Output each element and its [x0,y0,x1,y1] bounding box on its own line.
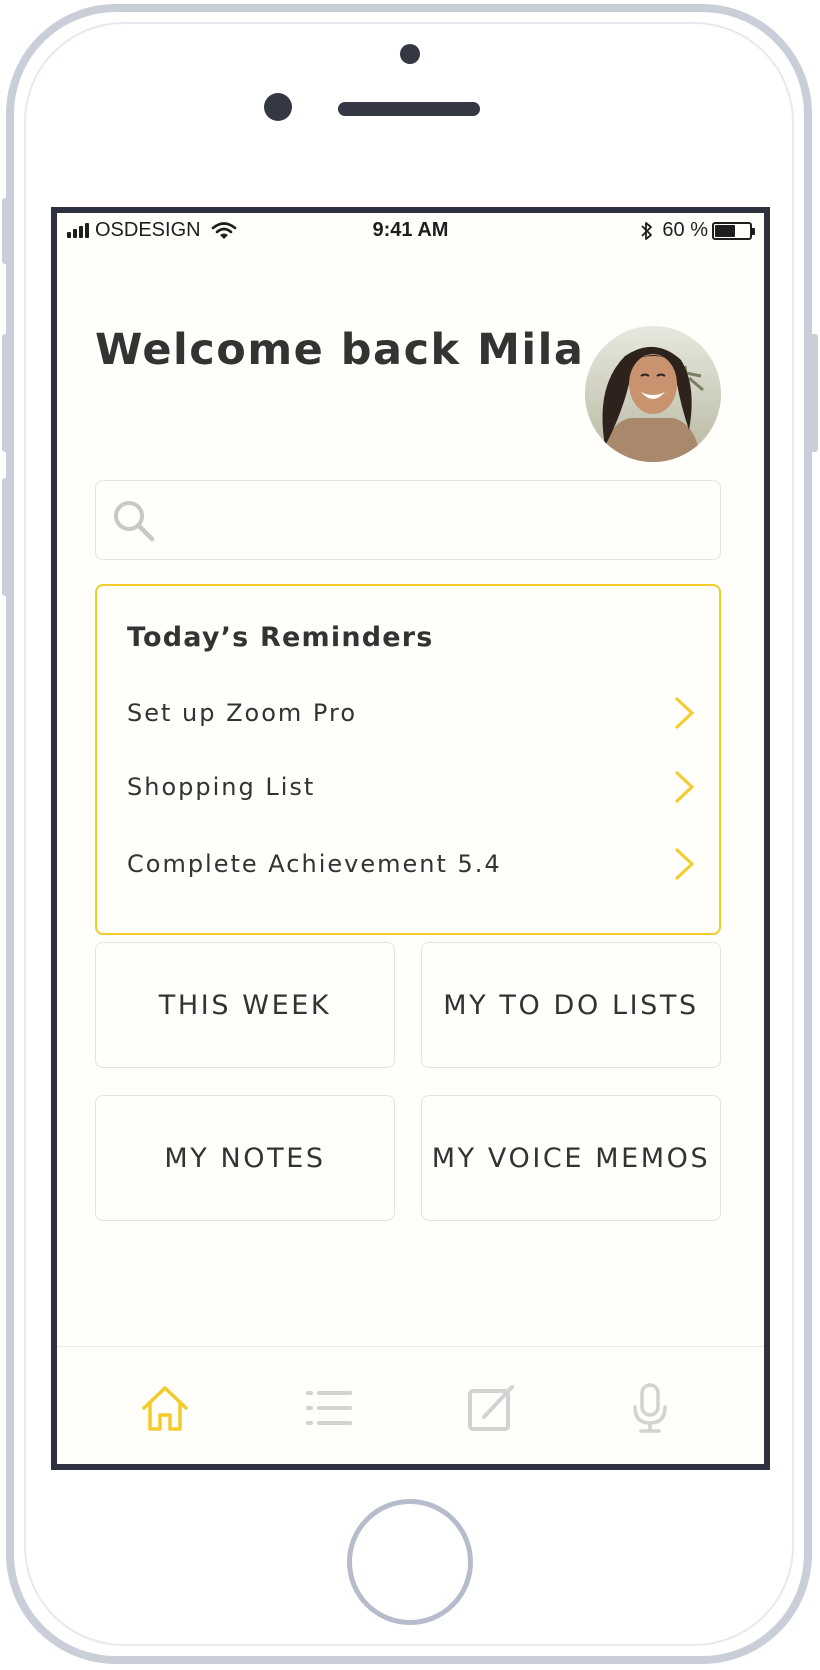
phone-power-button [808,334,818,452]
avatar[interactable] [585,326,721,462]
list-icon [306,1391,352,1425]
my-notes-button[interactable]: MY NOTES [95,1095,395,1221]
reminder-label: Set up Zoom Pro [127,699,358,727]
battery-percentage: 60 % [662,219,708,241]
status-right: 60 % [640,219,755,242]
reminder-label: Shopping List [127,773,316,801]
phone-sensor [400,44,420,64]
microphone-icon [633,1383,667,1433]
app-screen: OSDESIGN 9:41 AM 60 % Welcome back Mila [51,207,770,1470]
welcome-heading: Welcome back Mila [95,325,585,375]
avatar-photo [585,326,721,462]
tab-home[interactable] [138,1381,192,1435]
search-icon [114,501,155,542]
todays-reminders-card: Today’s Reminders Set up Zoom Pro Shoppi… [95,584,721,935]
phone-front-camera [264,93,292,121]
phone-volume-up-button [2,334,12,452]
chevron-right-icon [674,696,695,730]
phone-volume-down-button [2,478,12,596]
tab-notes[interactable] [464,1381,518,1435]
reminder-item[interactable]: Complete Achievement 5.4 [97,834,719,894]
phone-speaker [338,102,480,116]
battery-nub [752,227,755,235]
chevron-right-icon [674,770,695,804]
battery-level [715,224,735,237]
bluetooth-icon [641,221,653,240]
phone-home-button[interactable] [347,1499,473,1625]
home-icon [142,1386,188,1431]
reminder-label: Complete Achievement 5.4 [127,850,502,878]
phone-side-button [2,198,12,264]
this-week-button[interactable]: THIS WEEK [95,942,395,1068]
edit-icon [468,1385,514,1431]
search-input[interactable] [95,480,721,560]
my-voice-memos-button[interactable]: MY VOICE MEMOS [421,1095,721,1221]
tab-bar [57,1346,764,1464]
tab-lists[interactable] [302,1381,356,1435]
tab-voice-memos[interactable] [623,1381,677,1435]
battery-icon [712,221,755,240]
reminders-title: Today’s Reminders [127,622,434,653]
reminder-item[interactable]: Shopping List [97,757,719,817]
reminder-item[interactable]: Set up Zoom Pro [97,683,719,743]
status-bar: OSDESIGN 9:41 AM 60 % [57,213,764,247]
my-to-do-lists-button[interactable]: MY TO DO LISTS [421,942,721,1068]
chevron-right-icon [674,847,695,881]
